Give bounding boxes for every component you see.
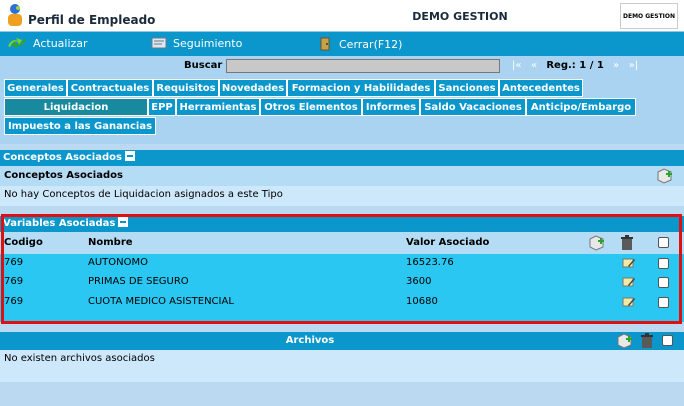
actualizar-label: Actualizar	[33, 36, 88, 50]
tab-contractuales[interactable]: Contractuales	[67, 79, 153, 97]
variables-header-row: Codigo Nombre Valor Asociado	[0, 232, 684, 254]
archivos-empty-message: No existen archivos asociados	[4, 353, 155, 364]
row-codigo: 769	[4, 276, 24, 287]
col-valor: Valor Asociado	[406, 237, 490, 248]
row-codigo: 769	[4, 296, 24, 307]
cerrar-button[interactable]: Cerrar(F12)	[318, 36, 402, 52]
select-all-checkbox[interactable]	[658, 237, 669, 248]
refresh-icon	[8, 38, 26, 48]
variables-section-header: Variables Asociadas	[0, 216, 684, 232]
add-concept-icon[interactable]	[656, 168, 674, 184]
edit-icon[interactable]	[622, 276, 636, 288]
tab-impuesto-ganancias[interactable]: Impuesto a las Ganancias	[4, 117, 156, 135]
tab-epp[interactable]: EPP	[148, 98, 176, 116]
collapse-icon[interactable]	[124, 151, 135, 161]
row-nombre: CUOTA MEDICO ASISTENCIAL	[88, 296, 234, 307]
search-input[interactable]	[226, 59, 500, 73]
conceptos-header: Conceptos Asociados	[4, 170, 123, 181]
row-valor: 16523.76	[406, 257, 454, 268]
add-file-icon[interactable]	[616, 333, 634, 349]
first-record-button[interactable]: |«	[512, 60, 522, 71]
conceptos-empty-row: No hay Conceptos de Liquidacion asignado…	[0, 186, 684, 206]
exit-door-icon	[320, 37, 330, 51]
search-label: Buscar	[184, 60, 223, 71]
conceptos-section-header: Conceptos Asociados	[0, 150, 684, 166]
collapse-icon[interactable]	[118, 217, 129, 227]
tab-sanciones[interactable]: Sanciones	[435, 79, 499, 97]
archivos-title: Archivos	[285, 335, 335, 346]
row-checkbox[interactable]	[658, 277, 669, 288]
row-checkbox[interactable]	[658, 297, 669, 308]
col-codigo: Codigo	[4, 237, 43, 248]
seguimiento-label: Seguimiento	[173, 36, 243, 50]
tab-saldo-vacaciones[interactable]: Saldo Vacaciones	[420, 98, 526, 116]
employee-logo-icon	[8, 4, 22, 26]
actualizar-button[interactable]: Actualizar	[6, 36, 88, 50]
edit-icon[interactable]	[622, 257, 636, 269]
tab-anticipo-embargo[interactable]: Anticipo/Embargo	[526, 98, 636, 116]
record-navigation: |« « Reg.: 1 / 1 » »|	[512, 60, 638, 71]
tab-bar: Generales Contractuales Requisitos Noved…	[0, 76, 684, 144]
page-title: Perfil de Empleado	[28, 13, 156, 27]
toolbar: Actualizar Seguimiento Cerrar(F12)	[0, 32, 684, 56]
col-nombre: Nombre	[88, 237, 133, 248]
next-record-button[interactable]: »	[613, 60, 619, 71]
tracking-icon	[151, 37, 167, 49]
row-checkbox[interactable]	[658, 258, 669, 269]
trash-icon[interactable]	[620, 235, 634, 251]
row-nombre: PRIMAS DE SEGURO	[88, 276, 189, 287]
conceptos-header-row: Conceptos Asociados	[0, 166, 684, 186]
search-bar: Buscar |« « Reg.: 1 / 1 » »|	[0, 56, 684, 76]
brand-logo: DEMO GESTION	[620, 3, 678, 29]
record-counter: Reg.: 1 / 1	[546, 60, 604, 71]
tab-requisitos[interactable]: Requisitos	[153, 79, 219, 97]
row-valor: 3600	[406, 276, 432, 287]
row-valor: 10680	[406, 296, 438, 307]
row-codigo: 769	[4, 257, 24, 268]
edit-icon[interactable]	[622, 296, 636, 308]
tab-generales[interactable]: Generales	[4, 79, 67, 97]
variables-section-title: Variables Asociadas	[3, 218, 116, 229]
archivos-select-all-checkbox[interactable]	[662, 335, 673, 346]
table-row: 769 AUTONOMO 16523.76	[0, 254, 684, 272]
tab-otros-elementos[interactable]: Otros Elementos	[260, 98, 362, 116]
trash-icon[interactable]	[640, 333, 654, 349]
seguimiento-button[interactable]: Seguimiento	[150, 36, 242, 50]
tab-herramientas[interactable]: Herramientas	[176, 98, 260, 116]
table-row: 769 PRIMAS DE SEGURO 3600	[0, 272, 684, 292]
add-variable-icon[interactable]	[588, 235, 606, 251]
last-record-button[interactable]: »|	[629, 60, 639, 71]
variables-spacer	[0, 312, 684, 322]
company-name: DEMO GESTION	[412, 10, 508, 23]
conceptos-empty-message: No hay Conceptos de Liquidacion asignado…	[4, 189, 283, 200]
tab-informes[interactable]: Informes	[362, 98, 420, 116]
archivos-empty-row: No existen archivos asociados	[0, 350, 684, 382]
table-row: 769 CUOTA MEDICO ASISTENCIAL 10680	[0, 292, 684, 312]
cerrar-label: Cerrar(F12)	[339, 37, 403, 51]
archivos-header: Archivos	[0, 332, 684, 350]
top-bar: Perfil de Empleado DEMO GESTION DEMO GES…	[0, 0, 684, 32]
tab-formacion-habilidades[interactable]: Formacion y Habilidades	[287, 79, 435, 97]
conceptos-section-title: Conceptos Asociados	[3, 152, 122, 163]
tab-novedades[interactable]: Novedades	[219, 79, 287, 97]
tab-antecedentes[interactable]: Antecedentes	[499, 79, 583, 97]
tab-liquidacion[interactable]: Liquidacion	[4, 98, 148, 116]
row-nombre: AUTONOMO	[88, 257, 148, 268]
prev-record-button[interactable]: «	[531, 60, 537, 71]
